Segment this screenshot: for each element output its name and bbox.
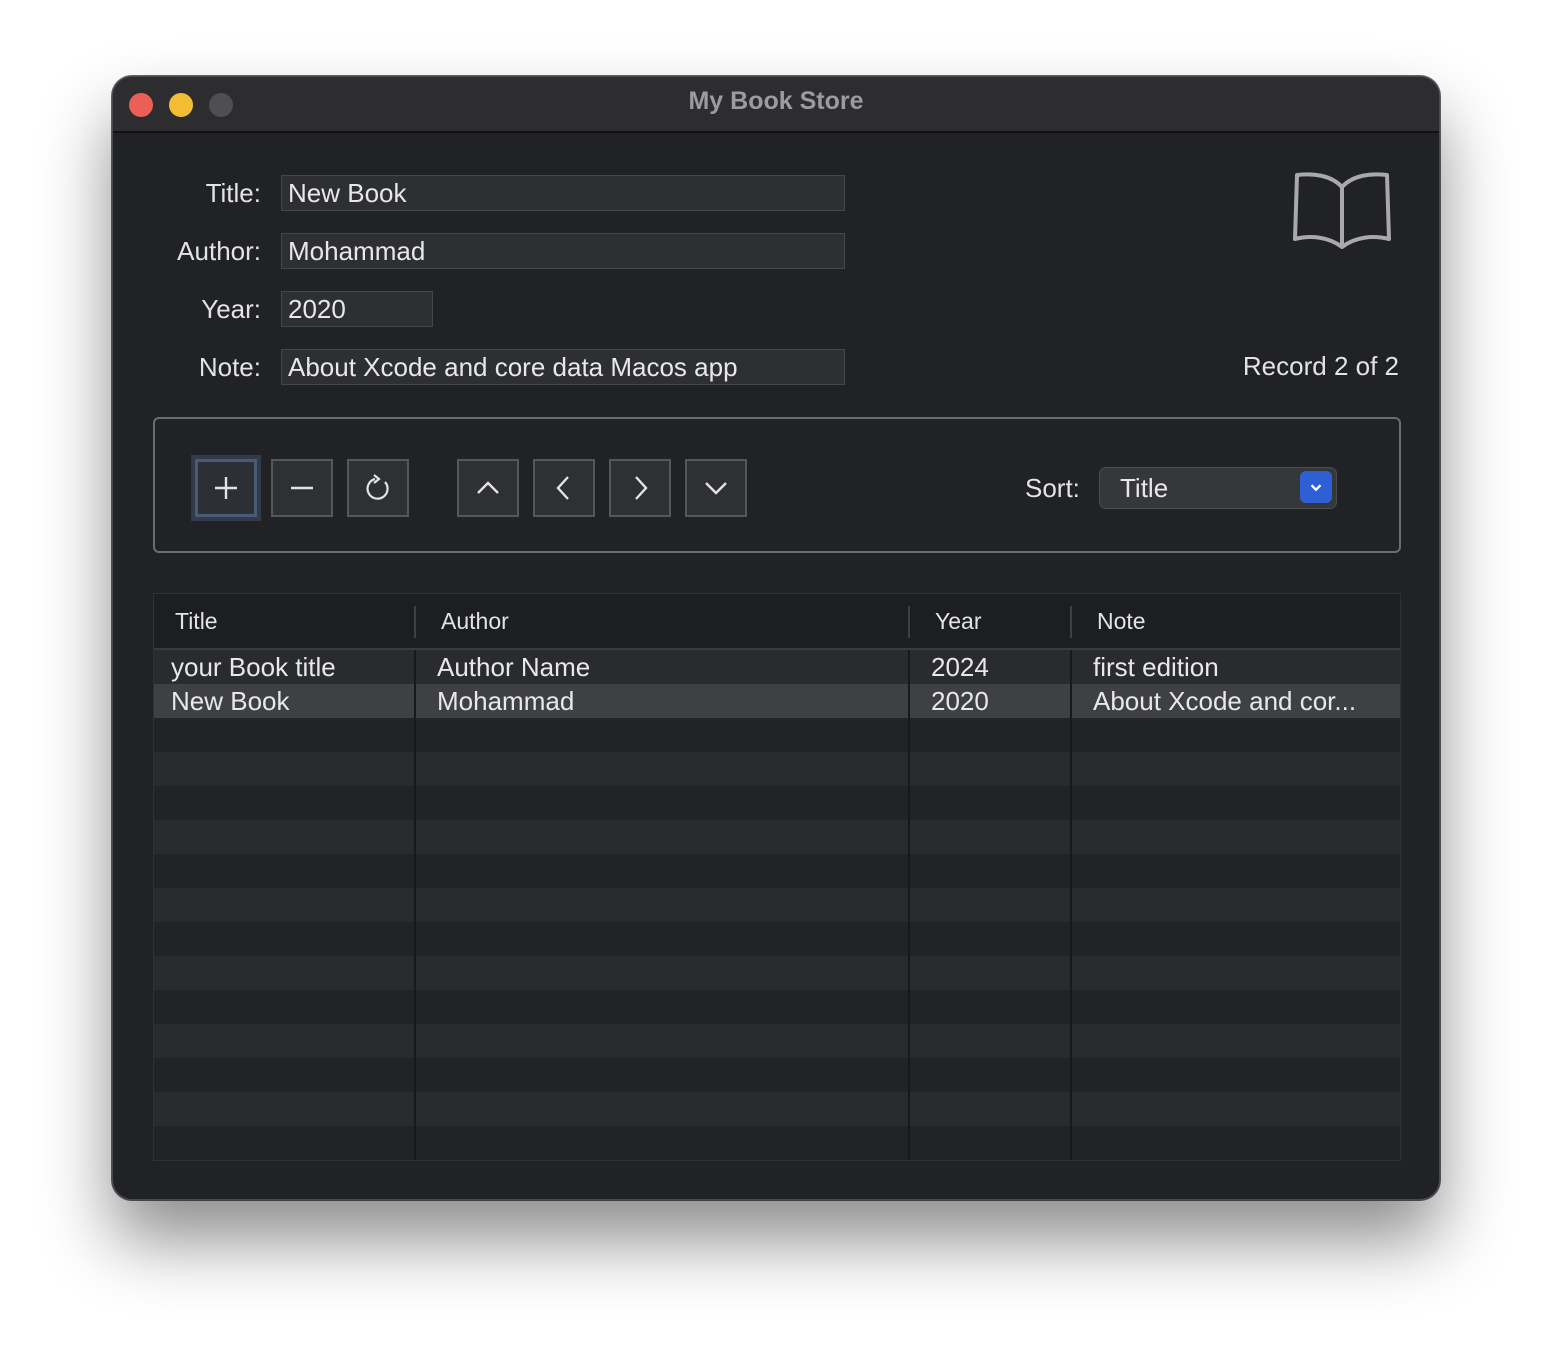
next-record-button[interactable]: [609, 459, 671, 517]
empty-table-row: [154, 854, 1400, 888]
empty-table-row: [154, 922, 1400, 956]
window-title: My Book Store: [688, 87, 864, 115]
empty-table-row: [154, 786, 1400, 820]
books-table[interactable]: Title Author Year Note your Book title A…: [153, 593, 1401, 1161]
table-cell-title: New Book: [171, 686, 290, 716]
app-window: My Book Store Title: New Book Author: Mo…: [112, 76, 1440, 1200]
column-header-note[interactable]: Note: [1097, 608, 1146, 635]
plus-icon: [215, 477, 237, 499]
year-label: Year:: [201, 294, 261, 324]
add-button[interactable]: [195, 459, 257, 517]
column-divider: [1070, 606, 1072, 638]
empty-table-row: [154, 1126, 1400, 1160]
chevron-left-icon: [556, 476, 569, 500]
empty-table-row: [154, 1024, 1400, 1058]
first-record-button[interactable]: [457, 459, 519, 517]
chevron-up-icon: [477, 481, 499, 494]
popup-arrow-icon[interactable]: [1300, 471, 1332, 503]
column-grid-line: [414, 650, 416, 1160]
table-cell-author: Author Name: [437, 652, 591, 682]
sort-label: Sort:: [1025, 473, 1080, 503]
minus-icon: [291, 486, 313, 490]
sort-selected-value: Title: [1120, 473, 1169, 503]
author-field[interactable]: Mohammad: [281, 233, 845, 269]
table-cell-year: 2020: [931, 686, 989, 716]
table-row[interactable]: New Book Mohammad 2020 About Xcode and c…: [154, 684, 1400, 718]
empty-table-row: [154, 1058, 1400, 1092]
table-header: Title Author Year Note: [154, 594, 1400, 650]
note-field[interactable]: About Xcode and core data Macos app: [281, 349, 845, 385]
delete-button[interactable]: [271, 459, 333, 517]
table-cell-note: first edition: [1093, 652, 1219, 682]
column-header-title[interactable]: Title: [175, 608, 218, 635]
last-record-button[interactable]: [685, 459, 747, 517]
sort-select[interactable]: Title: [1099, 467, 1337, 509]
empty-table-row: [154, 752, 1400, 786]
table-cell-title: your Book title: [171, 652, 336, 682]
column-header-author[interactable]: Author: [441, 608, 509, 635]
empty-table-row: [154, 1092, 1400, 1126]
column-grid-line: [908, 650, 910, 1160]
table-cell-note: About Xcode and cor...: [1093, 686, 1357, 716]
table-cell-author: Mohammad: [437, 686, 575, 716]
refresh-button[interactable]: [347, 459, 409, 517]
record-status: Record 2 of 2: [1242, 351, 1399, 381]
author-label: Author:: [177, 236, 261, 266]
title-label: Title:: [205, 178, 261, 208]
empty-table-row: [154, 820, 1400, 854]
empty-table-row: [154, 718, 1400, 752]
table-row[interactable]: your Book title Author Name 2024 first e…: [154, 650, 1400, 684]
book-icon: [1293, 172, 1391, 249]
column-divider: [414, 606, 416, 638]
chevron-right-icon: [635, 476, 648, 500]
empty-table-row: [154, 956, 1400, 990]
note-label: Note:: [198, 352, 261, 382]
table-cell-year: 2024: [931, 652, 989, 682]
year-field[interactable]: 2020: [281, 291, 433, 327]
refresh-icon: [366, 474, 389, 500]
empty-table-row: [154, 990, 1400, 1024]
navigation-toolbox: Sort: Title: [153, 417, 1401, 553]
column-grid-line: [1070, 650, 1072, 1160]
column-header-year[interactable]: Year: [935, 608, 981, 635]
title-bar[interactable]: My Book Store: [113, 77, 1439, 133]
title-field[interactable]: New Book: [281, 175, 845, 211]
chevron-down-icon: [705, 482, 727, 495]
column-divider: [908, 606, 910, 638]
previous-record-button[interactable]: [533, 459, 595, 517]
empty-table-row: [154, 888, 1400, 922]
